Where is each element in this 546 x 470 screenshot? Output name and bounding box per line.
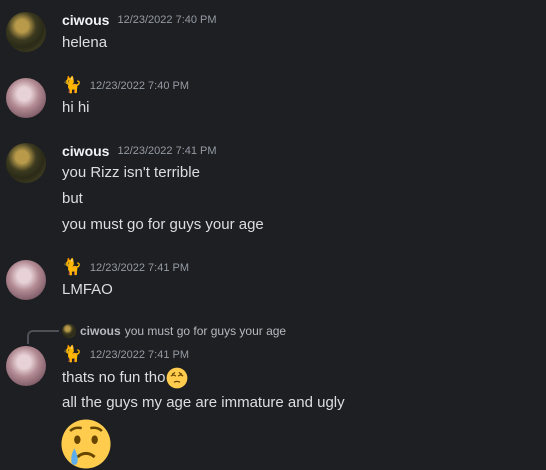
message-header: 🐈 12/23/2022 7:40 PM [62, 76, 189, 96]
message-text: all the guys my age are immature and ugl… [62, 394, 345, 411]
avatar[interactable] [6, 78, 46, 118]
cat-icon[interactable]: 🐈 [62, 259, 82, 277]
reply-connector [27, 330, 59, 344]
message-text: LMFAO [62, 281, 113, 298]
crying-face-icon [61, 419, 111, 469]
cat-icon[interactable]: 🐈 [62, 77, 82, 95]
timestamp: 12/23/2022 7:40 PM [89, 80, 189, 92]
message-text: hi hi [62, 99, 90, 116]
message-header: ciwous 12/23/2022 7:40 PM [62, 10, 217, 30]
avatar[interactable] [6, 12, 46, 52]
reply-avatar [62, 324, 76, 338]
message-text: helena [62, 34, 108, 51]
timestamp: 12/23/2022 7:41 PM [117, 145, 217, 157]
message-text: you must go for guys your age [62, 216, 264, 233]
reply-preview[interactable]: ciwous you must go for guys your age [62, 322, 286, 340]
cat-icon[interactable]: 🐈 [62, 346, 82, 364]
message-header: 🐈 12/23/2022 7:41 PM [62, 258, 189, 278]
avatar[interactable] [6, 346, 46, 386]
message-text: but [62, 190, 83, 207]
message-text-part: thats no fun tho [62, 368, 166, 386]
reply-text: you must go for guys your age [124, 324, 287, 338]
username[interactable]: ciwous [62, 143, 109, 159]
message-text: you Rizz isn't terrible [62, 164, 200, 181]
relieved-face-icon [167, 367, 188, 389]
username[interactable]: ciwous [62, 12, 109, 28]
avatar[interactable] [6, 260, 46, 300]
timestamp: 12/23/2022 7:41 PM [89, 349, 189, 361]
message-header: 🐈 12/23/2022 7:41 PM [62, 345, 189, 365]
timestamp: 12/23/2022 7:41 PM [89, 262, 189, 274]
avatar[interactable] [6, 143, 46, 183]
message-header: ciwous 12/23/2022 7:41 PM [62, 141, 217, 161]
reply-username[interactable]: ciwous [80, 324, 121, 338]
timestamp: 12/23/2022 7:40 PM [117, 14, 217, 26]
message-text: thats no fun tho [62, 367, 188, 389]
